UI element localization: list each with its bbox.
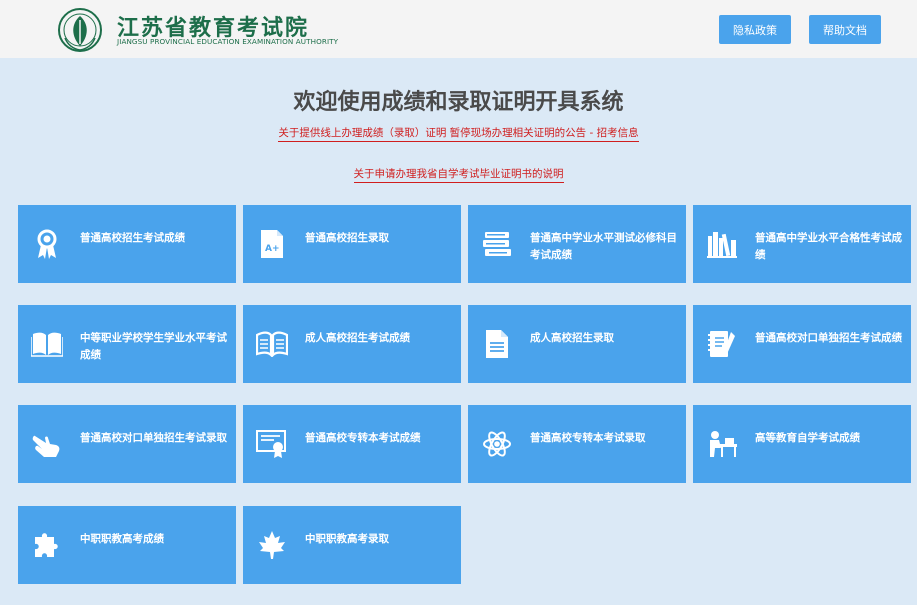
tile-vocational-gaokao-admission[interactable]: 中职职教高考录取	[243, 506, 461, 584]
open-book-icon	[30, 327, 64, 361]
tile-label: 成人高校招生录取	[530, 332, 614, 344]
tile-gaokao-admission[interactable]: A+ 普通高校招生录取	[243, 205, 461, 283]
tile-zhuanben-score[interactable]: 普通高校专转本考试成绩	[243, 405, 461, 483]
tile-vocational-gaokao-score[interactable]: 中职职教高考成绩	[18, 506, 236, 584]
notice-link-2-text[interactable]: 关于申请办理我省自学考试毕业证明书的说明	[353, 168, 564, 183]
puzzle-icon	[30, 528, 64, 562]
tile-gaokao-score[interactable]: 普通高校招生考试成绩	[18, 205, 236, 283]
tile-label: 成人高校招生考试成绩	[305, 332, 410, 344]
maple-leaf-icon	[255, 528, 289, 562]
tile-label: 中职职教高考录取	[305, 533, 389, 545]
help-docs-button[interactable]: 帮助文档	[809, 15, 881, 44]
atom-icon	[480, 427, 514, 461]
document-icon	[480, 327, 514, 361]
stacked-books-icon	[480, 227, 514, 261]
notice-link-1-text[interactable]: 关于提供线上办理成绩（录取）证明 暂停现场办理相关证明的公告 - 招考信息	[278, 127, 639, 142]
tile-label: 普通高校专转本考试录取	[530, 432, 646, 444]
tile-self-study-score[interactable]: 高等教育自学考试成绩	[693, 405, 911, 483]
notice-link-online-certificate: 关于提供线上办理成绩（录取）证明 暂停现场办理相关证明的公告 - 招考信息	[0, 125, 917, 142]
tile-label: 普通高校专转本考试成绩	[305, 432, 421, 444]
certificate-icon	[255, 427, 289, 461]
tile-label: 中等职业学校学生学业水平考试成绩	[80, 332, 227, 361]
tile-hs-compulsory-score[interactable]: 普通高中学业水平测试必修科目考试成绩	[468, 205, 686, 283]
tile-label: 普通高中学业水平合格性考试成绩	[755, 232, 902, 261]
tile-label: 高等教育自学考试成绩	[755, 432, 860, 444]
tile-label: 普通高中学业水平测试必修科目考试成绩	[530, 232, 677, 261]
tile-hs-qualification-score[interactable]: 普通高中学业水平合格性考试成绩	[693, 205, 911, 283]
notice-link-self-study: 关于申请办理我省自学考试毕业证明书的说明	[0, 166, 917, 183]
site-logo[interactable]: 江苏省教育考试院 JIANGSU PROVINCIAL EDUCATION EX…	[57, 6, 357, 54]
reading-book-icon	[255, 327, 289, 361]
hand-pointer-icon	[30, 427, 64, 461]
privacy-policy-button[interactable]: 隐私政策	[719, 15, 791, 44]
bookshelf-icon	[705, 227, 739, 261]
notebook-pen-icon	[705, 327, 739, 361]
tile-label: 普通高校对口单独招生考试录取	[80, 432, 227, 444]
student-desk-icon	[705, 427, 739, 461]
award-ribbon-icon	[30, 227, 64, 261]
emblem-icon	[58, 8, 102, 52]
tile-label: 普通高校对口单独招生考试成绩	[755, 332, 902, 344]
logo-title-en: JIANGSU PROVINCIAL EDUCATION EXAMINATION…	[117, 37, 339, 46]
tile-label: 普通高校招生录取	[305, 232, 389, 244]
header: 江苏省教育考试院 JIANGSU PROVINCIAL EDUCATION EX…	[0, 0, 917, 58]
tile-label: 普通高校招生考试成绩	[80, 232, 185, 244]
tile-vocational-score[interactable]: 中等职业学校学生学业水平考试成绩	[18, 305, 236, 383]
tile-zhuanben-admission[interactable]: 普通高校专转本考试录取	[468, 405, 686, 483]
grade-document-icon: A+	[255, 227, 289, 261]
tile-counterpart-score[interactable]: 普通高校对口单独招生考试成绩	[693, 305, 911, 383]
page-title: 欢迎使用成绩和录取证明开具系统	[293, 90, 624, 115]
tile-adult-admission[interactable]: 成人高校招生录取	[468, 305, 686, 383]
tile-label: 中职职教高考成绩	[80, 533, 164, 545]
tile-counterpart-admission[interactable]: 普通高校对口单独招生考试录取	[18, 405, 236, 483]
svg-text:A+: A+	[265, 244, 280, 254]
tile-adult-score[interactable]: 成人高校招生考试成绩	[243, 305, 461, 383]
